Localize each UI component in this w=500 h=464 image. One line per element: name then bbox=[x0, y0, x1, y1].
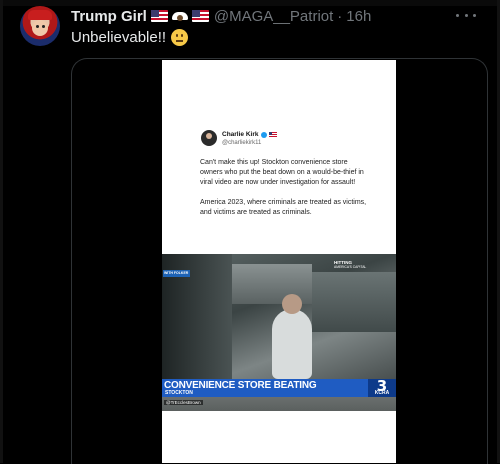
us-flag-icon bbox=[150, 10, 168, 22]
video-credit: @TrEcclesBrown bbox=[164, 400, 203, 405]
video-tag-right: HITTING AMERICA'S CAPITAL bbox=[334, 260, 366, 270]
display-name[interactable]: Trump Girl bbox=[71, 8, 147, 25]
avatar[interactable] bbox=[20, 6, 60, 46]
eagle-icon bbox=[171, 9, 188, 23]
station-logo-icon: 3 KCRA bbox=[368, 377, 396, 397]
more-options-icon[interactable] bbox=[456, 8, 476, 22]
news-video[interactable]: WITH FOLKER HITTING AMERICA'S CAPITAL CO… bbox=[162, 254, 396, 411]
video-scene bbox=[272, 309, 312, 379]
us-flag-icon bbox=[191, 10, 209, 22]
station-name: KCRA bbox=[374, 390, 390, 396]
video-scene bbox=[282, 294, 302, 314]
media-lower-panel bbox=[162, 411, 396, 463]
hat-icon bbox=[28, 10, 52, 20]
quoted-handle: @charliekirk11 bbox=[222, 140, 262, 146]
news-chyron: CONVENIENCE STORE BEATING STOCKTON 3 KCR… bbox=[162, 377, 396, 397]
video-scene bbox=[312, 272, 396, 332]
quoted-avatar bbox=[201, 130, 217, 146]
left-border bbox=[0, 0, 3, 463]
quoted-name: Charlie Kirk bbox=[222, 131, 277, 138]
face-with-raised-eyebrow-icon bbox=[171, 29, 189, 46]
eye-icon bbox=[36, 25, 39, 28]
video-tag: WITH FOLKER bbox=[163, 270, 190, 277]
quoted-paragraph: Can't make this up! Stockton convenience… bbox=[200, 159, 364, 186]
face-icon bbox=[32, 20, 48, 36]
verified-badge-icon bbox=[260, 131, 267, 138]
quoted-name-text: Charlie Kirk bbox=[222, 131, 259, 138]
post-header: Trump Girl @MAGA__Patriot · 16h bbox=[71, 6, 371, 26]
chyron-location: STOCKTON bbox=[165, 390, 193, 396]
separator-dot: · bbox=[337, 7, 343, 25]
quoted-paragraph: America 2023, where criminals are treate… bbox=[200, 199, 367, 216]
post-text: Unbelievable!! bbox=[71, 29, 189, 46]
eye-icon bbox=[42, 25, 45, 28]
post-text-content: Unbelievable!! bbox=[71, 29, 167, 46]
video-tag-subtitle: AMERICA'S CAPITAL bbox=[334, 265, 367, 269]
us-flag-icon bbox=[268, 132, 277, 137]
user-handle[interactable]: @MAGA__Patriot bbox=[214, 8, 333, 25]
post-timestamp[interactable]: 16h bbox=[346, 8, 371, 25]
quoted-body: Can't make this up! Stockton convenience… bbox=[200, 158, 370, 228]
